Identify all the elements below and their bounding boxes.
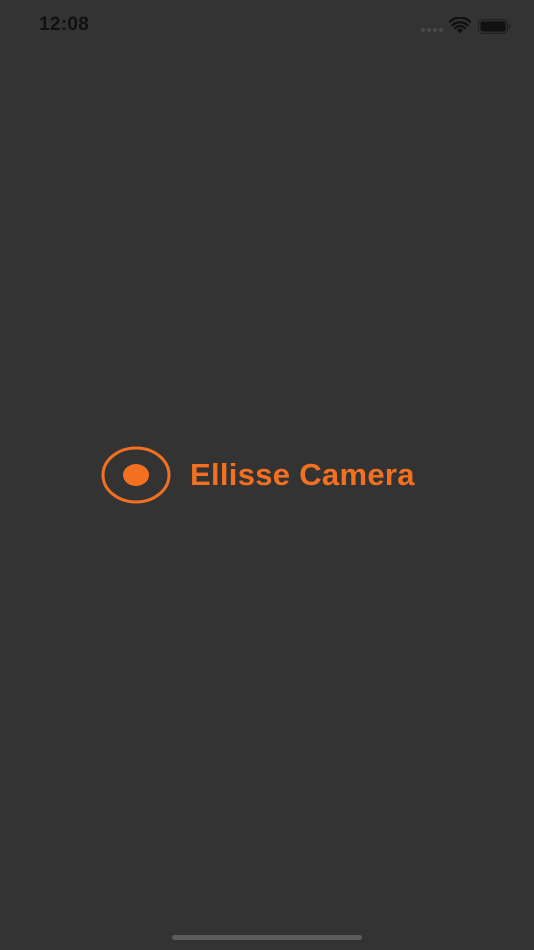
app-name: Ellisse Camera [190,457,415,492]
status-bar: 12:08 [0,0,534,52]
cellular-signal-icon [421,28,443,32]
wifi-icon [449,17,471,34]
splash-screen: 12:08 Ellisse Camera [0,0,534,950]
status-time: 12:08 [39,14,90,35]
record-ring-icon [101,446,171,504]
home-indicator[interactable] [172,935,362,940]
battery-icon [478,19,511,34]
splash-branding: Ellisse Camera [101,446,415,504]
